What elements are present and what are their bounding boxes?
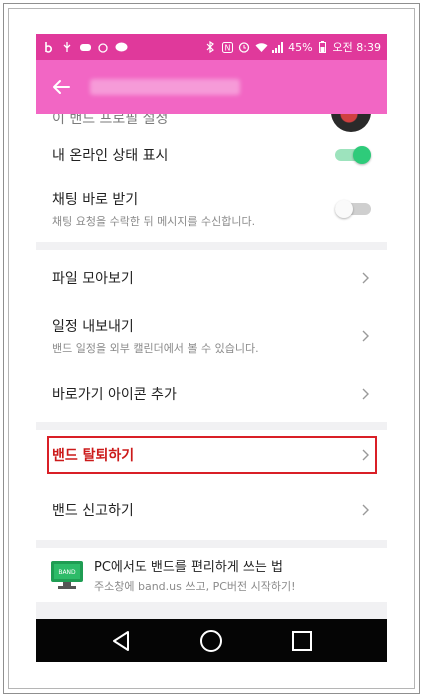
battery-icon (316, 41, 330, 53)
status-bar: N 45% 오전 8:39 (36, 34, 387, 60)
nfc-icon: N (220, 41, 234, 53)
add-shortcut-label: 바로가기 아이콘 추가 (52, 387, 177, 403)
monitor-label: BAND (58, 569, 76, 576)
header-title-blurred (90, 79, 240, 95)
leave-band-label: 밴드 탈퇴하기 (52, 448, 135, 464)
direct-chat-row[interactable]: 채팅 바로 받기 채팅 요청을 수락한 뒤 메시지를 수신합니다. (36, 176, 387, 242)
nav-home-button[interactable] (196, 626, 226, 656)
chevron-right-icon (362, 504, 369, 516)
chevron-right-icon (362, 272, 369, 284)
file-collection-label: 파일 모아보기 (52, 271, 134, 287)
alarm-icon (96, 41, 110, 53)
android-nav-bar (36, 619, 387, 662)
app-header (36, 60, 387, 114)
battery-percent: 45% (288, 40, 313, 54)
online-status-toggle[interactable] (335, 146, 371, 164)
chevron-right-icon (362, 330, 369, 342)
add-shortcut-row[interactable]: 바로가기 아이콘 추가 (36, 366, 387, 422)
export-schedule-row[interactable]: 일정 내보내기 밴드 일정을 외부 캘린더에서 볼 수 있습니다. (36, 306, 387, 366)
band-profile-setting-label: 이 밴드 프로필 설정 (52, 114, 169, 127)
settings-list[interactable]: 이 밴드 프로필 설정 내 온라인 상태 표시 채팅 바로 받기 채팅 요청을 … (36, 114, 387, 619)
online-status-label: 내 온라인 상태 표시 (52, 148, 169, 164)
back-button[interactable] (36, 60, 86, 114)
home-circle-icon (200, 629, 223, 652)
phone-screen: N 45% 오전 8:39 이 밴드 프로필 설정 내 온라인 상태 표시 채팅… (36, 34, 387, 662)
svg-text:N: N (224, 43, 230, 52)
online-status-row[interactable]: 내 온라인 상태 표시 (36, 134, 387, 176)
wifi-icon (254, 41, 268, 53)
leave-band-row[interactable]: 밴드 탈퇴하기 (36, 430, 387, 480)
bluetooth-icon (203, 41, 217, 53)
report-band-label: 밴드 신고하기 (52, 503, 134, 519)
nav-recents-button[interactable] (287, 626, 317, 656)
report-band-row[interactable]: 밴드 신고하기 (36, 480, 387, 540)
alarm-clock-icon (237, 41, 251, 53)
avatar (331, 114, 371, 132)
usb-icon (60, 41, 74, 53)
chevron-right-icon (362, 388, 369, 400)
chat-icon (114, 41, 128, 53)
promo-title: PC에서도 밴드를 편리하게 쓰는 법 (94, 560, 283, 575)
promo-subtitle: 주소창에 band.us 쓰고, PC버전 시작하기! (94, 580, 296, 593)
game-icon (78, 41, 92, 53)
back-arrow-icon (53, 80, 70, 94)
direct-chat-label: 채팅 바로 받기 (52, 192, 139, 208)
direct-chat-desc: 채팅 요청을 수락한 뒤 메시지를 수신합니다. (52, 215, 256, 228)
nav-back-button[interactable] (106, 626, 136, 656)
band-profile-setting-row[interactable]: 이 밴드 프로필 설정 (36, 114, 387, 134)
recents-square-icon (291, 630, 312, 651)
clock-time: 오전 8:39 (332, 41, 381, 54)
signal-icon (271, 41, 285, 53)
export-schedule-desc: 밴드 일정을 외부 캘린더에서 볼 수 있습니다. (52, 342, 259, 355)
b-icon (42, 41, 56, 53)
chevron-right-icon (362, 449, 369, 461)
direct-chat-toggle[interactable] (335, 200, 371, 218)
monitor-icon: BAND (51, 561, 83, 589)
file-collection-row[interactable]: 파일 모아보기 (36, 250, 387, 306)
export-schedule-label: 일정 내보내기 (52, 319, 134, 335)
back-triangle-icon (113, 630, 130, 651)
pc-promo-banner[interactable]: BAND PC에서도 밴드를 편리하게 쓰는 법 주소창에 band.us 쓰고… (36, 548, 387, 602)
